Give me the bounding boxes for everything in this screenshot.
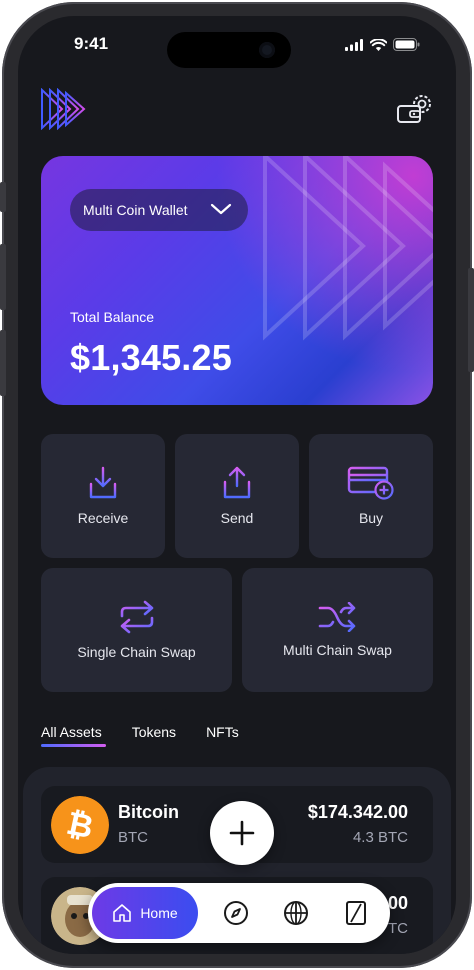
shuffle-icon [318,602,355,632]
buy-label: Buy [358,510,384,526]
asset-value: $174.342.00 [307,802,408,822]
status-time: 9:41 [74,34,109,53]
silent-switch [0,182,6,212]
wallet-selector[interactable]: Multi Coin Wallet [70,189,248,231]
card-slash-icon[interactable] [343,900,369,926]
globe-icon[interactable] [283,900,309,926]
wallet-name: Multi Coin Wallet [83,202,188,218]
balance-value: $1,345.25 [70,337,232,378]
nav-home-label: Home [140,905,178,921]
nav-home-button[interactable]: Home [92,887,198,939]
volume-up-button [0,244,6,310]
asset-name: Bitcoin [118,802,179,822]
bitcoin-icon: ₿ [51,796,109,854]
card-plus-icon [347,466,394,500]
app-screen: 9:41 Multi Coin Wallet Total Balance $1,… [18,16,456,954]
single-chain-swap-label: Single Chain Swap [77,644,196,660]
upload-tray-icon [223,466,251,499]
single-chain-swap-button[interactable]: Single Chain Swap [41,568,232,692]
compass-icon[interactable] [223,900,249,926]
buy-button[interactable]: Buy [309,434,433,558]
add-button[interactable] [210,801,274,865]
battery-icon [393,38,420,51]
cellular-signal-icon [345,38,363,51]
receive-button[interactable]: Receive [41,434,165,558]
send-button[interactable]: Send [175,434,299,558]
multi-chain-swap-button[interactable]: Multi Chain Swap [242,568,433,692]
asset-value: 00 [387,893,408,913]
balance-label: Total Balance [70,309,155,325]
send-label: Send [220,510,254,526]
dynamic-island [167,32,291,68]
asset-tabs: All Assets Tokens NFTs [41,724,239,740]
plus-icon [229,820,255,846]
tab-nfts[interactable]: NFTs [206,724,239,740]
front-camera [259,42,275,58]
card-logo-watermark-icon [263,156,433,341]
volume-down-button [0,330,6,396]
home-icon [113,904,132,922]
wifi-icon [370,38,387,51]
triple-play-logo-icon [41,88,86,130]
asset-amount: 4.3 BTC [352,829,408,846]
chevron-down-icon [210,203,232,215]
download-tray-icon [89,466,117,499]
active-tab-indicator [41,744,106,747]
asset-amount: TC [388,920,408,937]
wallet-settings-gear-icon[interactable] [396,92,434,126]
multi-chain-swap-label: Multi Chain Swap [283,642,392,658]
bottom-nav: Home [88,883,390,943]
asset-symbol: BTC [118,829,148,846]
tab-tokens[interactable]: Tokens [132,724,176,740]
tab-all-assets[interactable]: All Assets [41,724,102,740]
receive-label: Receive [77,510,129,526]
wallet-card[interactable]: Multi Coin Wallet Total Balance $1,345.2… [41,156,433,405]
swap-arrows-icon [120,600,153,634]
status-icons [345,38,420,51]
power-button [468,268,474,372]
